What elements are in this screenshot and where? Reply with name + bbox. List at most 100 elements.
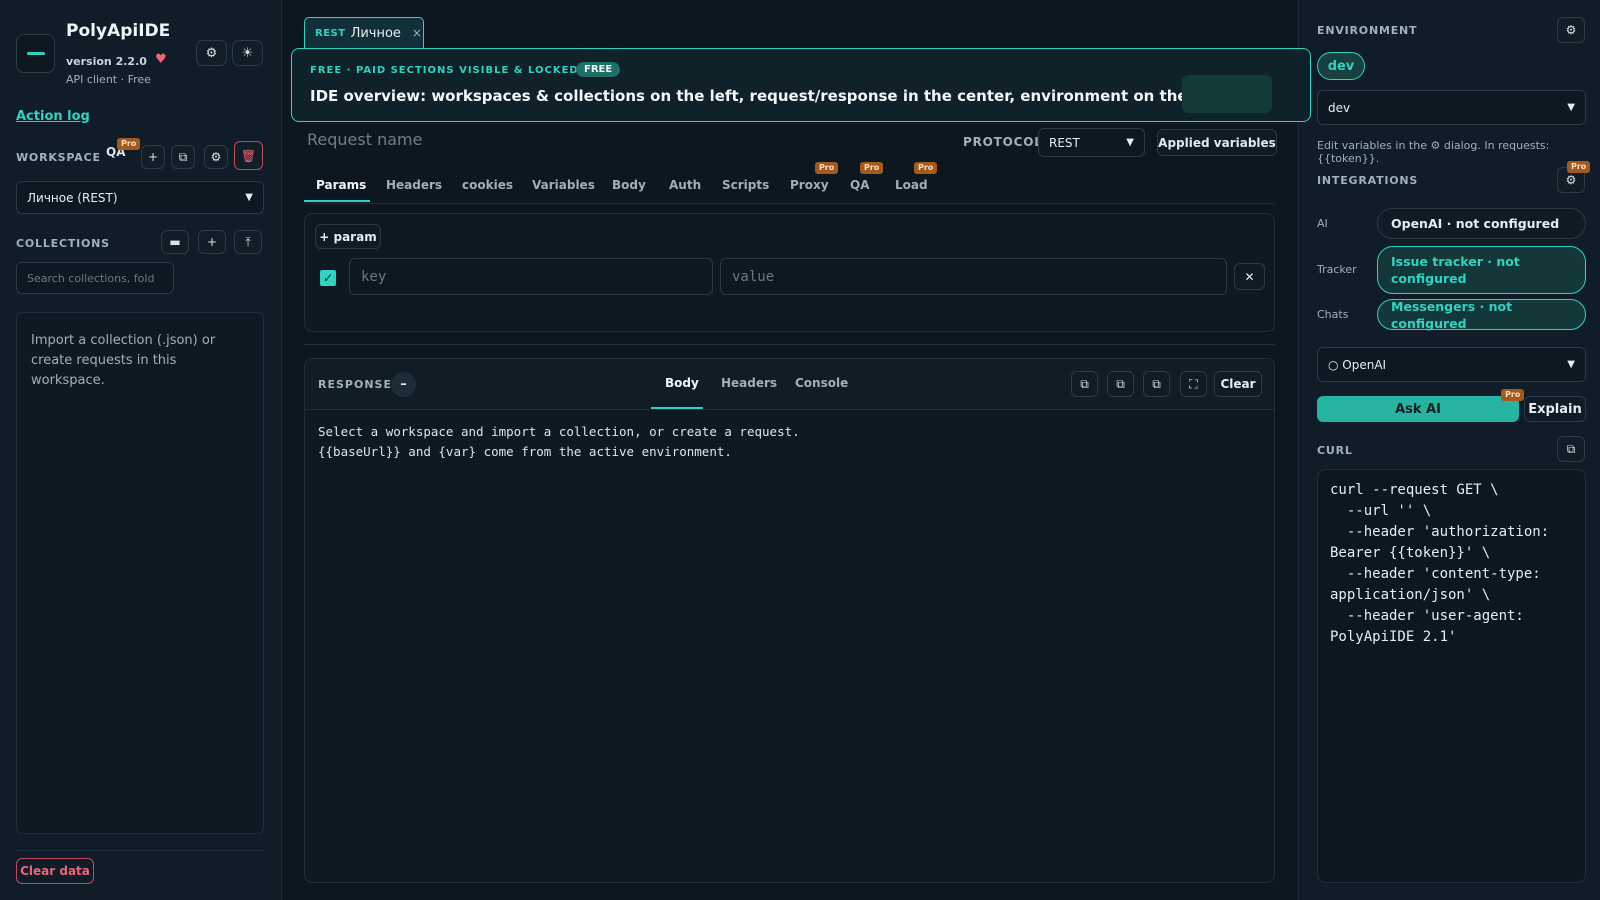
environment-label: ENVIRONMENT bbox=[1317, 24, 1418, 37]
response-tab-headers[interactable]: Headers bbox=[721, 376, 777, 390]
response-tab-console[interactable]: Console bbox=[795, 376, 848, 390]
tab-cookies[interactable]: cookies bbox=[462, 178, 513, 192]
copy-curl-button[interactable]: ⧉ bbox=[1557, 436, 1585, 462]
ai-provider-select[interactable]: ○ OpenAI ▼ bbox=[1317, 347, 1586, 382]
gear-icon: ⚙ bbox=[210, 150, 222, 164]
request-name-input[interactable]: Request name bbox=[307, 130, 422, 149]
chevron-down-icon: ▼ bbox=[1567, 102, 1575, 113]
heart-icon[interactable]: ♥ bbox=[155, 52, 167, 67]
chevron-down-icon: ▼ bbox=[1126, 137, 1134, 148]
new-folder-button[interactable]: ▬ bbox=[161, 230, 189, 254]
request-tabs: Params Headers cookies Variables Body Au… bbox=[305, 172, 1275, 204]
close-icon: ✕ bbox=[1244, 269, 1255, 284]
curl-text: curl --request GET \ --url '' \ --header… bbox=[1330, 482, 1550, 645]
param-key-input[interactable] bbox=[349, 258, 713, 295]
copy-icon: ⧉ bbox=[178, 149, 188, 164]
banner-kicker: FREE · PAID SECTIONS VISIBLE & LOCKED bbox=[310, 65, 579, 76]
new-request-button[interactable]: + bbox=[198, 230, 226, 254]
expand-icon: ⛶ bbox=[1189, 376, 1198, 391]
fullscreen-button[interactable]: ⛶ bbox=[1180, 371, 1207, 397]
integration-tracker-label: Tracker bbox=[1317, 263, 1357, 276]
tab-auth[interactable]: Auth bbox=[669, 178, 701, 192]
gear-icon: ⚙ bbox=[205, 45, 218, 61]
pro-badge: Pro bbox=[1501, 389, 1525, 401]
copy-icon: ⧉ bbox=[1152, 376, 1161, 391]
collections-search-input[interactable] bbox=[16, 262, 174, 294]
request-tab-protocol: REST bbox=[315, 27, 346, 39]
app-title: PolyApiIDE bbox=[66, 21, 171, 41]
plus-icon: + bbox=[206, 235, 218, 249]
messengers-integration-button[interactable]: Messengers · not configured bbox=[1377, 299, 1586, 331]
copy-icon: ⧉ bbox=[1080, 376, 1089, 391]
theme-toggle-button[interactable]: ☀ bbox=[232, 40, 263, 66]
clear-data-button[interactable]: Clear data bbox=[16, 858, 94, 884]
delete-workspace-button[interactable]: 🗑 bbox=[234, 141, 263, 170]
copy-icon: ⧉ bbox=[1566, 441, 1576, 456]
protocol-select-value: REST bbox=[1049, 135, 1080, 150]
gear-icon: ⚙ bbox=[1565, 173, 1577, 187]
workspace-label: WORKSPACE bbox=[16, 151, 101, 164]
remove-param-button[interactable]: ✕ bbox=[1234, 263, 1265, 290]
integrations-label: INTEGRATIONS bbox=[1317, 174, 1419, 187]
tab-variables[interactable]: Variables bbox=[532, 178, 595, 192]
explain-button[interactable]: Explain bbox=[1524, 396, 1586, 422]
copy-icon: ⧉ bbox=[1116, 376, 1125, 391]
environment-hint: Edit variables in the ⚙ dialog. In reque… bbox=[1317, 139, 1550, 165]
tracker-integration-button[interactable]: Issue tracker · not configured bbox=[1377, 246, 1586, 294]
tab-scripts[interactable]: Scripts bbox=[722, 178, 769, 192]
close-icon[interactable]: × bbox=[412, 26, 422, 40]
clear-response-button[interactable]: Clear bbox=[1214, 371, 1262, 397]
pro-badge: Pro bbox=[914, 162, 938, 174]
tab-proxy[interactable]: Proxy bbox=[790, 178, 829, 192]
add-workspace-button[interactable]: + bbox=[141, 145, 165, 169]
copy-headers-button[interactable]: ⧉ bbox=[1107, 371, 1134, 397]
ai-provider-select-value: ○ OpenAI bbox=[1328, 357, 1387, 372]
integration-chats-label: Chats bbox=[1317, 308, 1349, 321]
import-collection-button[interactable]: ⤒ bbox=[234, 230, 262, 254]
integration-ai-label: AI bbox=[1317, 217, 1328, 230]
workspace-select[interactable]: Личное (REST) ▼ bbox=[16, 181, 264, 214]
app-subtitle: API client · Free bbox=[66, 73, 151, 86]
collections-empty-text: Import a collection (.json) or create re… bbox=[31, 333, 216, 388]
pro-badge: Pro bbox=[1567, 161, 1591, 173]
tab-params[interactable]: Params bbox=[316, 178, 366, 192]
tab-load[interactable]: Load bbox=[895, 178, 928, 192]
banner-headline: IDE overview: workspaces & collections o… bbox=[310, 87, 1240, 105]
response-tab-body[interactable]: Body bbox=[665, 376, 699, 390]
workspace-settings-button[interactable]: ⚙ bbox=[204, 145, 228, 169]
settings-button[interactable]: ⚙ bbox=[196, 40, 227, 66]
workspace-select-value: Личное (REST) bbox=[27, 190, 118, 205]
add-param-button[interactable]: + param bbox=[315, 224, 381, 249]
free-badge: FREE bbox=[576, 62, 621, 77]
tab-qa[interactable]: QA bbox=[850, 178, 870, 192]
param-enabled-checkbox[interactable]: ✓ bbox=[320, 270, 336, 286]
environment-select[interactable]: dev ▼ bbox=[1317, 90, 1586, 125]
plus-icon: + bbox=[147, 150, 159, 164]
duplicate-workspace-button[interactable]: ⧉ bbox=[171, 145, 195, 169]
curl-box: curl --request GET \ --url '' \ --header… bbox=[1317, 469, 1586, 883]
active-environment-pill[interactable]: dev bbox=[1317, 52, 1365, 80]
app-logo-icon bbox=[16, 34, 55, 73]
response-tab-indicator bbox=[651, 407, 703, 409]
sun-icon: ☀ bbox=[241, 45, 254, 61]
active-tab-indicator bbox=[304, 200, 370, 202]
tab-headers[interactable]: Headers bbox=[386, 178, 442, 192]
environment-settings-button[interactable]: ⚙ bbox=[1557, 17, 1585, 43]
collections-panel: Import a collection (.json) or create re… bbox=[16, 312, 264, 834]
protocol-select[interactable]: REST ▼ bbox=[1038, 128, 1145, 157]
openai-integration-button[interactable]: OpenAI · not configured bbox=[1377, 208, 1586, 239]
copy-response-button[interactable]: ⧉ bbox=[1071, 371, 1098, 397]
sidebar-divider bbox=[16, 850, 264, 851]
collapse-response-button[interactable]: – bbox=[391, 372, 416, 397]
pro-badge: Pro bbox=[815, 162, 839, 174]
chevron-down-icon: ▼ bbox=[1567, 359, 1575, 370]
param-value-input[interactable] bbox=[720, 258, 1227, 295]
request-tab[interactable]: REST Личное × bbox=[304, 17, 424, 48]
center-divider bbox=[304, 344, 1275, 345]
ask-ai-button[interactable]: Ask AI bbox=[1317, 396, 1519, 422]
tab-body[interactable]: Body bbox=[612, 178, 646, 192]
send-button[interactable] bbox=[1182, 75, 1272, 113]
applied-variables-button[interactable]: Applied variables bbox=[1157, 129, 1277, 156]
copy-all-button[interactable]: ⧉ bbox=[1143, 371, 1170, 397]
action-log-link[interactable]: Action log bbox=[16, 109, 90, 124]
